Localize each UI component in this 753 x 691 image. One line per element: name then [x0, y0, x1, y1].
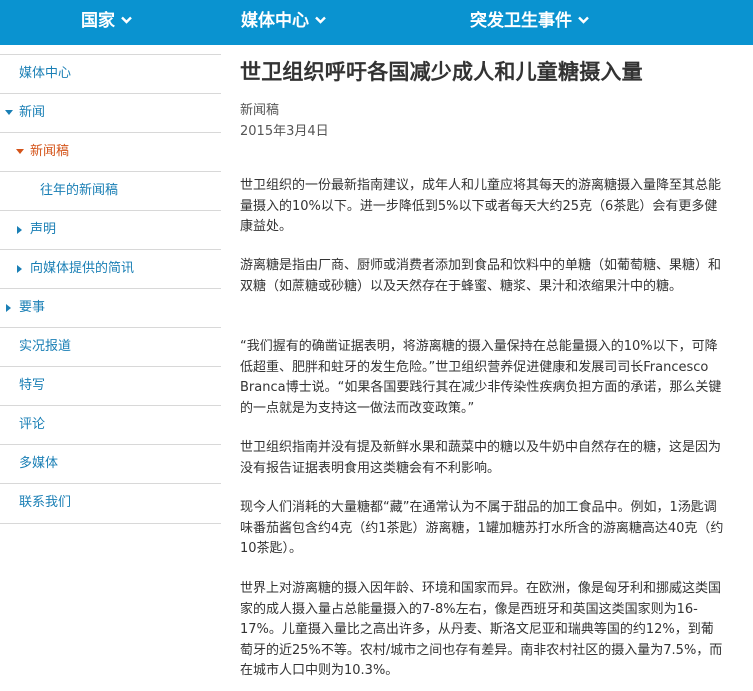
topnav-label: 媒体中心: [241, 11, 309, 31]
topnav-label: 国家: [81, 11, 115, 31]
article-category: 新闻稿: [240, 103, 280, 118]
sidebar-item-commentaries[interactable]: 评论: [0, 405, 221, 444]
article-paragraph: 世界上对游离糖的摄入因年龄、环境和国家而异。在欧洲，像是匈牙利和挪威这类国家的成…: [240, 581, 723, 678]
sidebar-item-media-notes[interactable]: 向媒体提供的简讯: [0, 249, 221, 288]
sidebar-item-contact-us[interactable]: 联系我们: [0, 483, 221, 524]
article-paragraph: 现今人们消耗的大量糖都“藏”在通常认为不属于甜品的加工食品中。例如，1汤匙调味番…: [240, 500, 724, 556]
topnav-label: 突发卫生事件: [470, 11, 572, 31]
sidebar-item-label: 评论: [19, 417, 46, 432]
triangle-right-icon: [17, 250, 23, 288]
article-paragraph: 游离糖是指由厂商、厨师或消费者添加到食品和饮料中的单糖（如葡萄糖、果糖）和双糖（…: [240, 258, 722, 294]
sidebar-item-statements[interactable]: 声明: [0, 210, 221, 249]
top-navigation-bar: 国家 媒体中心 突发卫生事件: [0, 0, 753, 45]
triangle-down-icon: [5, 94, 13, 132]
triangle-right-icon: [17, 211, 23, 249]
sidebar-item-label: 新闻稿: [30, 144, 70, 159]
sidebar-item-label: 声明: [30, 222, 57, 237]
sidebar-nav: 媒体中心 新闻 新闻稿 往年的新闻稿 声明 向媒体提供的简讯 要事 实况报道 特…: [0, 54, 221, 524]
sidebar-item-previous-releases[interactable]: 往年的新闻稿: [0, 171, 221, 210]
chevron-down-icon: [578, 16, 589, 24]
sidebar-item-highlights[interactable]: 要事: [0, 288, 221, 327]
article-paragraph: 世卫组织指南并没有提及新鲜水果和蔬菜中的糖以及牛奶中自然存在的糖，这是因为没有报…: [240, 440, 722, 476]
sidebar-item-news-releases[interactable]: 新闻稿: [0, 132, 221, 171]
sidebar-item-features[interactable]: 特写: [0, 366, 221, 405]
sidebar-item-label: 新闻: [19, 105, 46, 120]
triangle-down-icon: [16, 133, 24, 171]
article-date: 2015年3月4日: [240, 124, 329, 139]
topnav-emergencies[interactable]: 突发卫生事件: [470, 0, 589, 45]
sidebar-item-label: 多媒体: [19, 456, 59, 471]
chevron-down-icon: [315, 16, 326, 24]
topnav-countries[interactable]: 国家: [81, 0, 132, 45]
sidebar-item-multimedia[interactable]: 多媒体: [0, 444, 221, 483]
article-paragraph: 世卫组织的一份最新指南建议，成年人和儿童应将其每天的游离糖摄入量降至其总能量摄入…: [240, 178, 722, 234]
sidebar-item-label: 要事: [19, 300, 46, 315]
chevron-down-icon: [121, 16, 132, 24]
sidebar-item-label: 联系我们: [19, 495, 72, 510]
sidebar-item-media-centre[interactable]: 媒体中心: [0, 54, 221, 93]
sidebar-item-news[interactable]: 新闻: [0, 93, 221, 132]
sidebar-item-label: 实况报道: [19, 339, 72, 354]
sidebar-item-label: 往年的新闻稿: [40, 183, 119, 198]
topnav-media-centre[interactable]: 媒体中心: [241, 0, 326, 45]
sidebar-item-fact-sheets[interactable]: 实况报道: [0, 327, 221, 366]
sidebar-item-label: 媒体中心: [19, 66, 72, 81]
article-paragraph: “我们握有的确凿证据表明，将游离糖的摄入量保持在总能量摄入的10%以下，可降低超…: [240, 339, 722, 416]
sidebar-item-label: 向媒体提供的简讯: [30, 261, 135, 276]
sidebar-item-label: 特写: [19, 378, 46, 393]
page-title: 世卫组织呼吁各国减少成人和儿童糖摄入量: [240, 60, 643, 84]
triangle-right-icon: [6, 289, 12, 327]
